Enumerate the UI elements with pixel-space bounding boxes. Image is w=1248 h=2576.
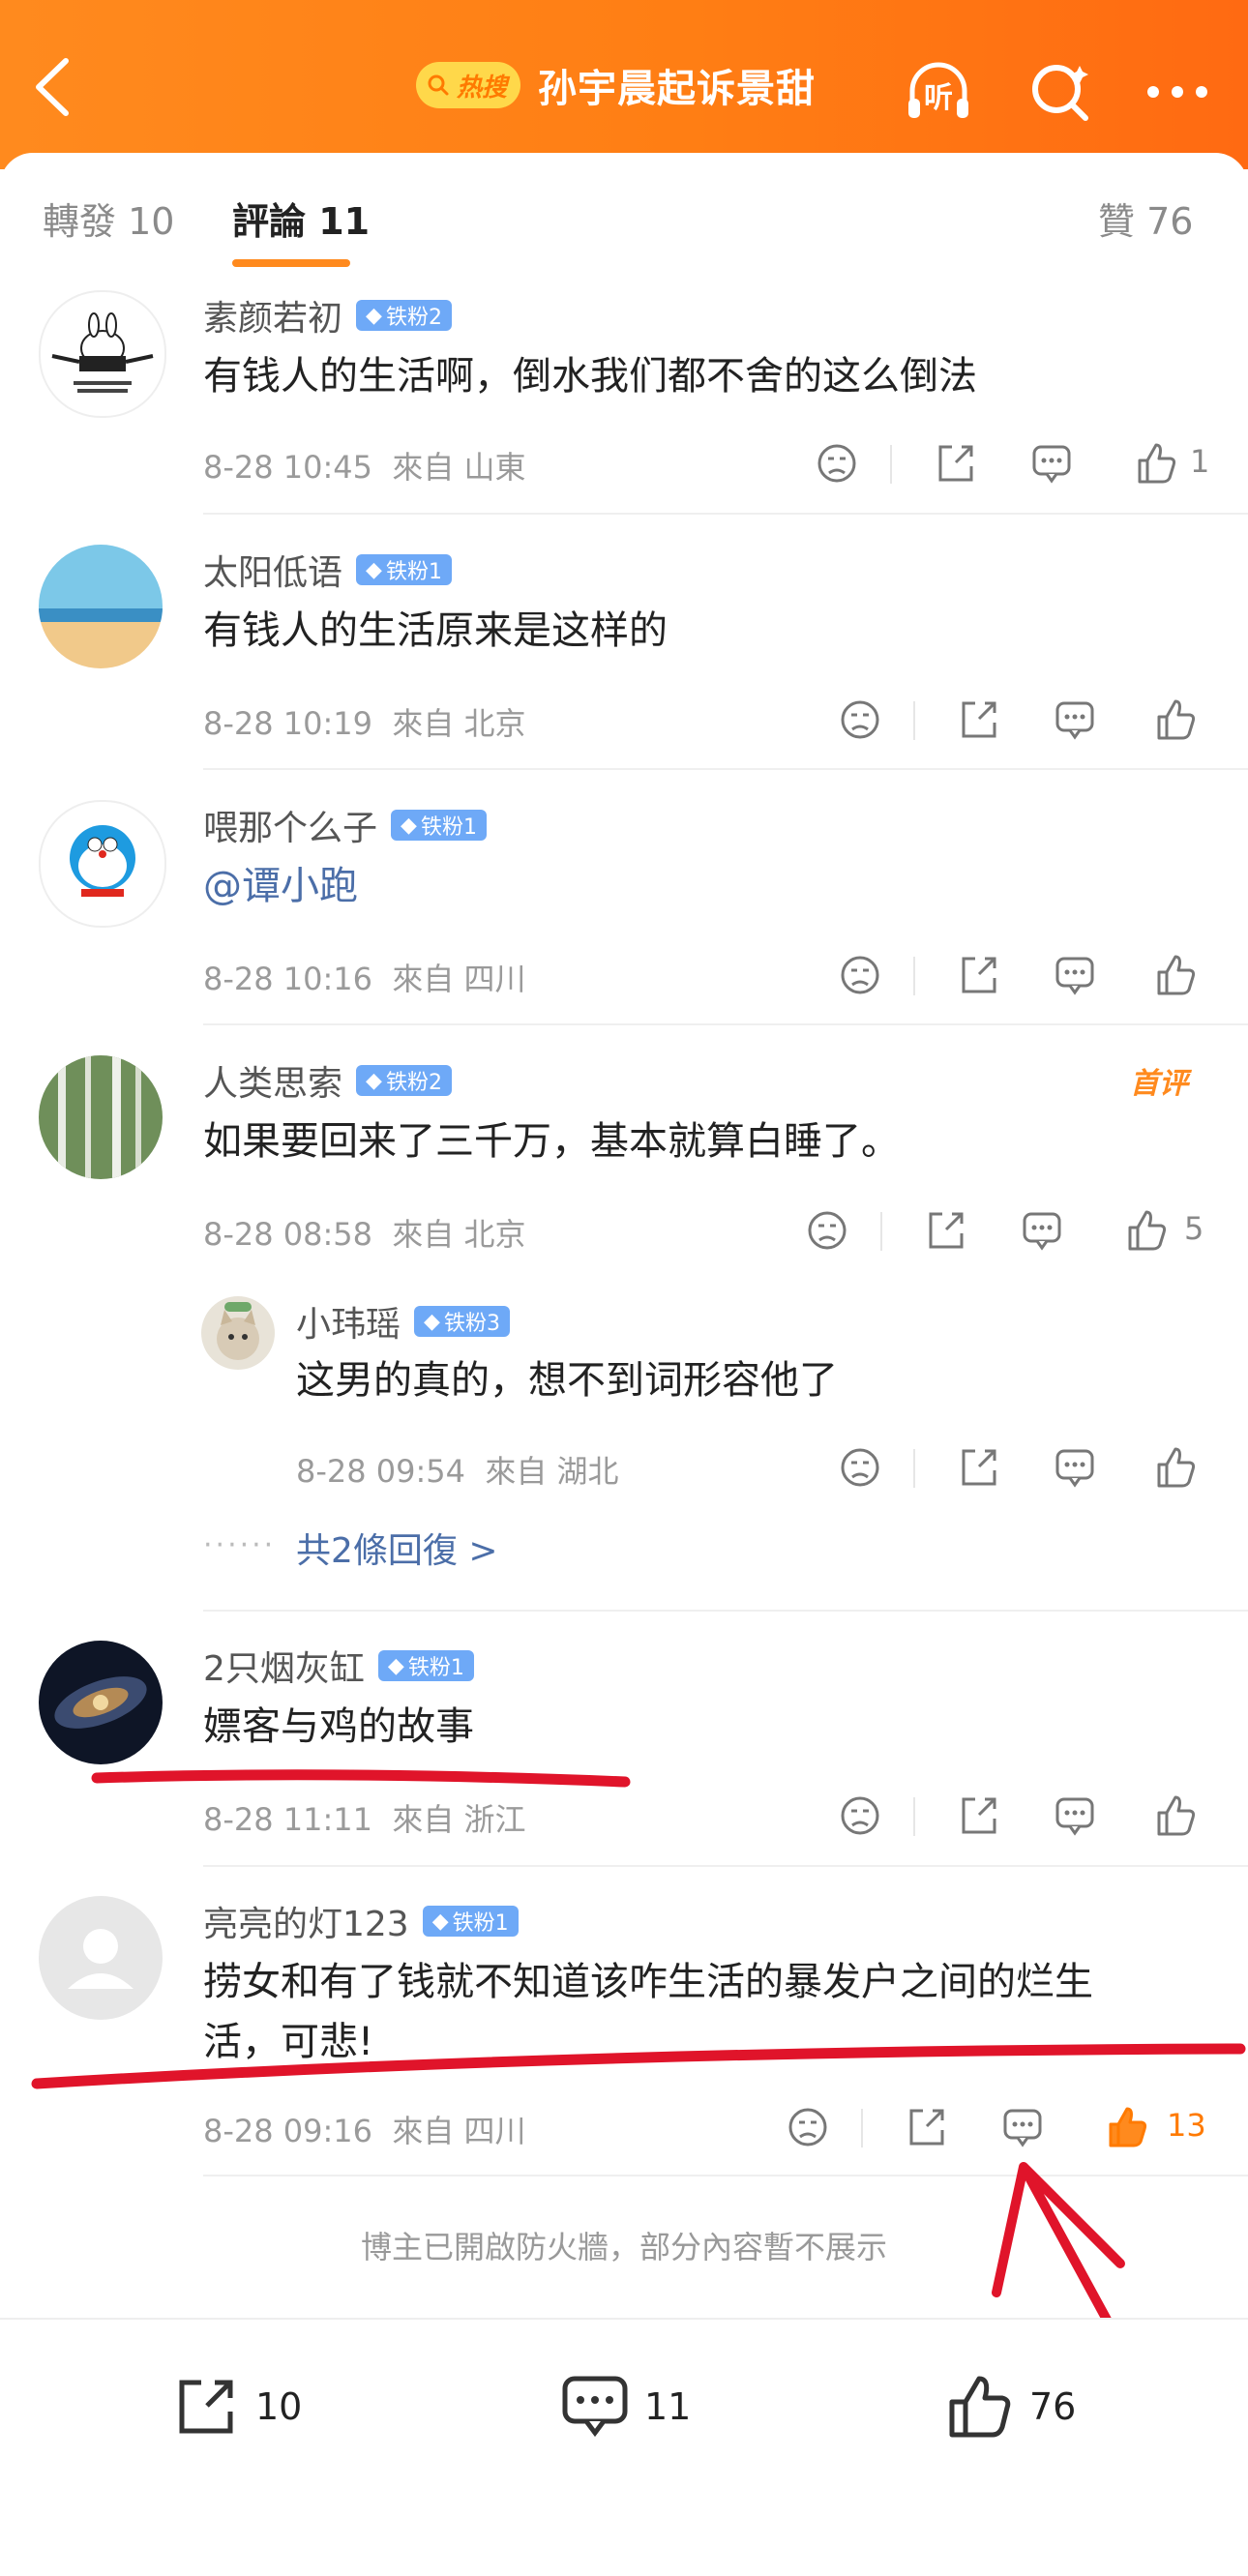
- underline-annotation: [31, 2043, 1246, 2089]
- repost-count: 10: [255, 2385, 303, 2428]
- bottom-action-bar: 10 11 76: [0, 2318, 1248, 2576]
- like-button[interactable]: 76: [944, 2368, 1076, 2445]
- repost-button[interactable]: 10: [170, 2368, 302, 2445]
- comment-icon: [562, 2376, 628, 2438]
- underline-annotation: [91, 1769, 631, 1788]
- like-total: 76: [1029, 2385, 1077, 2428]
- comment-count: 11: [644, 2385, 692, 2428]
- thumbs-up-icon: [949, 2376, 1011, 2438]
- red-annotation-overlay: [31, 1769, 1246, 2367]
- comment-button[interactable]: 11: [559, 2368, 691, 2445]
- repost-icon: [179, 2380, 233, 2434]
